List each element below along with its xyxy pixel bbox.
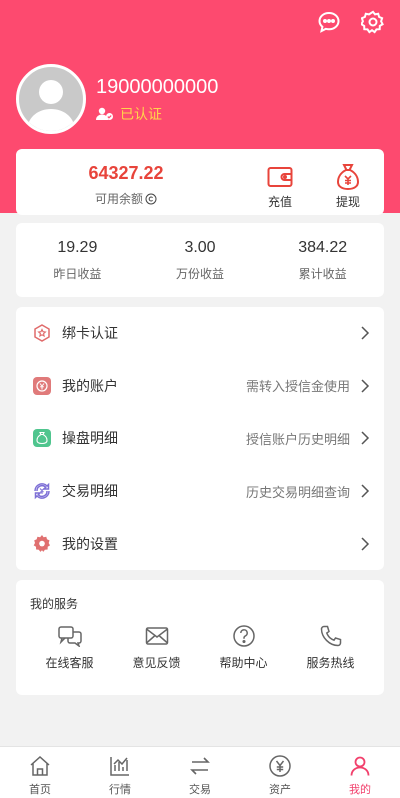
tab-trade[interactable]: 交易: [160, 747, 240, 798]
tab-assets[interactable]: 资产: [240, 747, 320, 798]
verified-user-icon: [96, 107, 113, 120]
wallet-icon: [267, 167, 293, 187]
service-label: 帮助中心: [219, 656, 268, 670]
chat-icon[interactable]: [316, 9, 342, 35]
user-icon: [350, 756, 370, 776]
menu-item-bind-card[interactable]: 绑卡认证: [16, 307, 384, 360]
menu-item-trading-details[interactable]: 操盘明细 授信账户历史明细: [16, 412, 384, 465]
bottom-tab-bar: 首页 行情 交易 资产 我的: [0, 746, 400, 798]
tab-mine[interactable]: 我的: [320, 747, 400, 798]
earnings-label: 昨日收益: [53, 267, 102, 281]
tab-label: 交易: [189, 784, 211, 796]
chevron-right-icon: [361, 326, 370, 340]
tab-label: 我的: [349, 784, 371, 796]
tab-home[interactable]: 首页: [0, 747, 80, 798]
earnings-card: 19.29 昨日收益 3.00 万份收益 384.22 累计收益: [16, 223, 384, 297]
chevron-right-icon: [361, 484, 370, 498]
balance-label-row: 可用余额: [56, 190, 196, 207]
chart-icon: [110, 757, 129, 776]
service-label: 在线客服: [45, 656, 94, 670]
tab-market[interactable]: 行情: [80, 747, 160, 798]
verified-badge: 已认证: [96, 104, 218, 124]
menu-item-label: 我的设置: [62, 535, 118, 552]
yen-circle-icon: [269, 755, 291, 777]
exchange-icon: [32, 481, 52, 501]
balance-card: 64327.22 可用余额 充值 提现: [16, 149, 384, 215]
menu-item-sub: 历史交易明细查询: [245, 484, 350, 500]
chevron-right-icon: [361, 431, 370, 446]
top-actions: [316, 9, 386, 35]
recharge-label: 充值: [267, 195, 292, 209]
menu-item-sub: 授信账户历史明细: [245, 431, 350, 447]
menu-item-my-account[interactable]: 我的账户 需转入授信金使用: [16, 360, 384, 413]
withdraw-label: 提现: [335, 195, 360, 209]
chevron-right-icon: [361, 379, 370, 393]
tab-label: 行情: [109, 784, 131, 796]
phone-icon: [320, 625, 341, 647]
chevron-right-icon: [361, 537, 370, 551]
profile-section: 19000000000 已认证: [16, 64, 218, 134]
tab-label: 首页: [29, 784, 51, 796]
earnings-value: 384.22: [298, 239, 348, 256]
home-icon: [30, 755, 50, 776]
balance-label: 可用余额: [94, 192, 143, 206]
service-hotline[interactable]: 服务热线: [296, 624, 366, 671]
help-icon: [232, 625, 255, 647]
withdraw-button[interactable]: 提现: [324, 163, 372, 210]
earnings-total: 384.22 累计收益: [261, 223, 384, 297]
service-label: 意见反馈: [132, 656, 181, 670]
earnings-yesterday: 19.29 昨日收益: [16, 223, 139, 297]
avatar[interactable]: [16, 64, 86, 134]
menu-item-label: 操盘明细: [62, 430, 118, 447]
badge-icon: [32, 323, 52, 343]
verified-label: 已认证: [120, 106, 162, 122]
service-help-center[interactable]: 帮助中心: [209, 624, 279, 671]
money-bag-icon: [32, 428, 52, 448]
earnings-per-10k: 3.00 万份收益: [139, 223, 262, 297]
menu-item-sub: 需转入授信金使用: [245, 379, 350, 395]
services-title: 我的服务: [30, 597, 79, 611]
envelope-icon: [145, 627, 168, 645]
user-phone: 19000000000: [96, 76, 219, 98]
chat-bubbles-icon: [57, 626, 82, 647]
earnings-label: 万份收益: [176, 267, 225, 281]
earnings-value: 3.00: [184, 239, 216, 256]
service-feedback[interactable]: 意见反馈: [122, 624, 192, 671]
menu-item-label: 交易明细: [62, 483, 118, 500]
earnings-label: 累计收益: [298, 267, 347, 281]
gear-icon[interactable]: [360, 9, 386, 35]
service-online-support[interactable]: 在线客服: [35, 624, 105, 671]
swap-icon: [190, 757, 210, 775]
yen-square-icon: [32, 376, 52, 396]
tab-label: 资产: [269, 784, 291, 796]
settings-icon: [32, 534, 52, 554]
menu-item-label: 我的账户: [62, 377, 118, 394]
service-label: 服务热线: [306, 656, 355, 670]
menu-card: 绑卡认证 我的账户 需转入授信金使用 操盘明细 授信账户历史明细 交易明细 历史…: [16, 307, 384, 570]
earnings-value: 19.29: [57, 239, 98, 256]
recharge-button[interactable]: 充值: [256, 163, 304, 210]
menu-item-settings[interactable]: 我的设置: [16, 517, 384, 570]
money-bag-icon: [336, 164, 360, 191]
copyright-circle-icon: [145, 193, 157, 204]
menu-item-label: 绑卡认证: [62, 325, 118, 342]
balance-amount: 64327.22: [88, 163, 164, 183]
menu-item-transaction-details[interactable]: 交易明细 历史交易明细查询: [16, 465, 384, 518]
services-card: 我的服务 在线客服 意见反馈 帮助中心 服务热线: [16, 580, 384, 695]
